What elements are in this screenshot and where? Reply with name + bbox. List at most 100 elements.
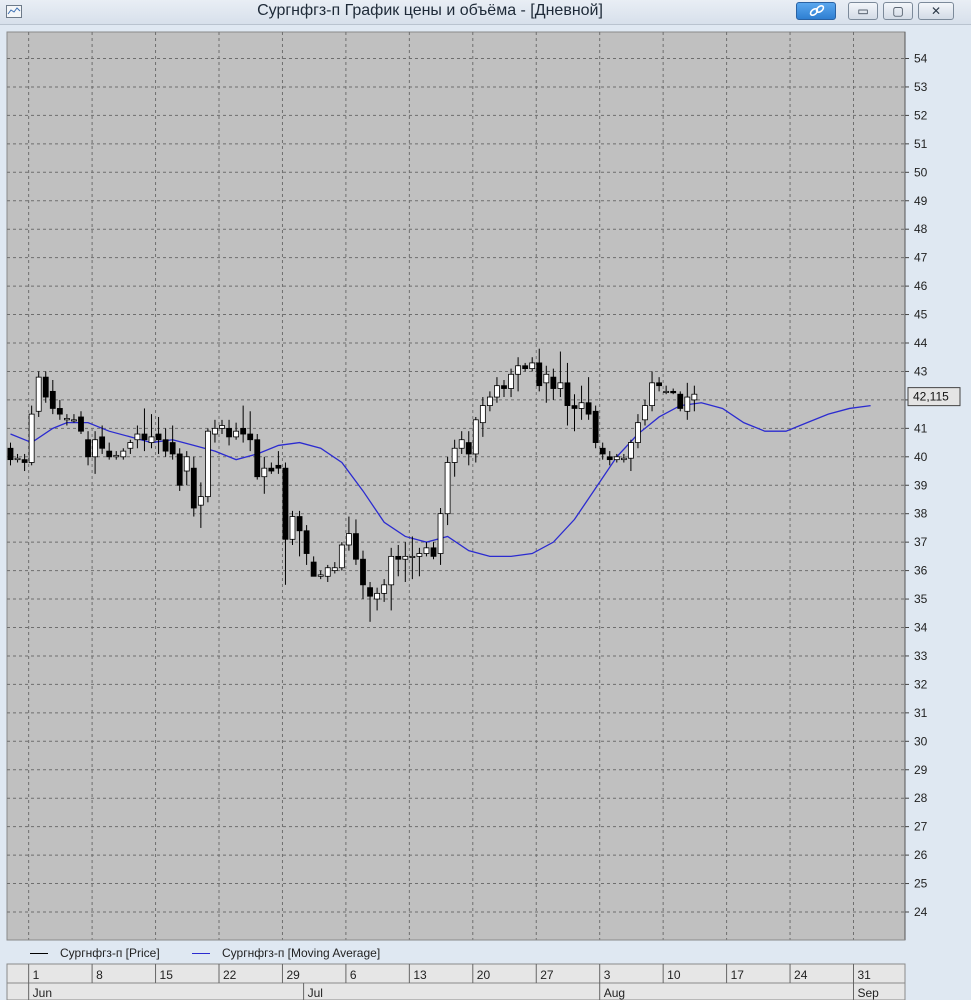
candle-body	[155, 433, 162, 441]
x-month-label: Aug	[604, 986, 625, 1000]
candle-body	[444, 462, 451, 515]
y-tick-label: 33	[914, 649, 928, 663]
candle-body	[127, 442, 134, 449]
candle-body	[571, 405, 578, 409]
window-title: Сургнфгз-п График цены и объёма - [Дневн…	[257, 2, 603, 19]
candle-body	[21, 459, 28, 463]
y-tick-label: 25	[914, 877, 928, 891]
candle-body	[42, 376, 49, 398]
candle-body	[451, 447, 458, 463]
minimize-icon: ▭	[857, 4, 869, 18]
y-tick-label: 37	[914, 535, 928, 549]
candle-body	[169, 442, 176, 455]
y-tick-label: 26	[914, 848, 928, 862]
candle-body	[204, 430, 211, 498]
y-tick-label: 50	[914, 165, 928, 179]
candle-body	[310, 561, 317, 577]
candle-body	[550, 376, 557, 389]
y-tick-label: 51	[914, 137, 928, 151]
y-tick-label: 54	[914, 52, 928, 66]
x-day-label: 13	[413, 968, 427, 982]
candle-body	[324, 567, 331, 577]
x-day-label: 20	[477, 968, 491, 982]
candle-body	[437, 513, 444, 554]
y-tick-label: 31	[914, 706, 928, 720]
y-tick-label: 41	[914, 421, 928, 435]
x-axis-band	[6, 963, 906, 1000]
candle-body	[49, 390, 56, 409]
y-tick-label: 28	[914, 791, 928, 805]
y-tick-label: 34	[914, 621, 928, 635]
candle-body	[670, 390, 677, 394]
candle-body	[578, 402, 585, 409]
y-tick-label: 39	[914, 478, 928, 492]
candle-body	[353, 533, 359, 560]
x-day-label: 8	[96, 968, 103, 982]
candle-body	[642, 405, 648, 421]
candle-body	[691, 393, 698, 401]
candle-body	[416, 553, 423, 557]
window-titlebar: Сургнфгз-п График цены и объёма - [Дневн…	[0, 0, 971, 25]
candle-body	[219, 425, 225, 429]
candle-body	[508, 373, 514, 389]
candle-body	[472, 419, 479, 455]
minimize-button[interactable]: ▭	[848, 2, 878, 20]
close-button[interactable]: ✕	[918, 2, 954, 20]
candle-body	[99, 436, 106, 449]
x-day-label: 1	[33, 968, 40, 982]
candle-body	[113, 454, 120, 458]
candle-body	[557, 382, 564, 389]
candle-body	[543, 373, 550, 384]
y-tick-label: 40	[914, 450, 928, 464]
candle-body	[592, 410, 599, 443]
candle-body	[381, 584, 388, 594]
legend-ma-swatch	[192, 953, 210, 954]
y-tick-label: 43	[914, 364, 928, 378]
price-chart: 2425262728293031323334353637383940414243…	[6, 31, 961, 1000]
x-day-label: 15	[160, 968, 174, 982]
candle-body	[92, 439, 98, 458]
maximize-button[interactable]: ▢	[883, 2, 913, 20]
candle-body	[197, 496, 204, 506]
x-month-label: Jul	[308, 986, 323, 1000]
candle-body	[635, 422, 641, 443]
y-tick-label: 45	[914, 308, 928, 322]
candle-body	[162, 439, 169, 452]
y-tick-label: 30	[914, 734, 928, 748]
candle-body	[606, 456, 613, 461]
y-tick-label: 44	[914, 336, 928, 350]
candle-body	[120, 450, 127, 458]
candle-body	[677, 393, 684, 409]
candle-body	[331, 567, 338, 572]
x-month-label: Sep	[858, 986, 880, 1000]
y-tick-label: 36	[914, 564, 928, 578]
candle-body	[599, 447, 606, 455]
candle-body	[338, 544, 345, 569]
candle-body	[402, 555, 409, 560]
candle-body	[536, 362, 543, 387]
x-day-label: 22	[223, 968, 237, 982]
legend-price-swatch	[30, 953, 48, 954]
close-icon: ✕	[930, 4, 942, 18]
candle-body	[78, 416, 84, 432]
x-day-label: 24	[794, 968, 808, 982]
y-tick-label: 46	[914, 279, 928, 293]
y-tick-label: 29	[914, 763, 928, 777]
candle-body	[409, 555, 416, 558]
link-chain-button[interactable]	[796, 2, 836, 20]
candle-body	[35, 376, 42, 412]
candle-body	[515, 365, 521, 375]
plot-area	[6, 31, 906, 941]
candle-body	[190, 467, 197, 509]
candle-body	[247, 433, 254, 441]
candle-body	[656, 382, 662, 387]
candle-body	[613, 456, 620, 461]
candle-body	[360, 558, 366, 586]
legend-price-label: Сургнфгз-п [Price]	[60, 946, 160, 960]
candle-body	[345, 533, 352, 546]
candle-body	[585, 402, 592, 415]
candle-body	[106, 450, 113, 458]
candle-body	[261, 467, 268, 478]
candle-body	[14, 457, 21, 461]
candle-body	[423, 547, 430, 554]
